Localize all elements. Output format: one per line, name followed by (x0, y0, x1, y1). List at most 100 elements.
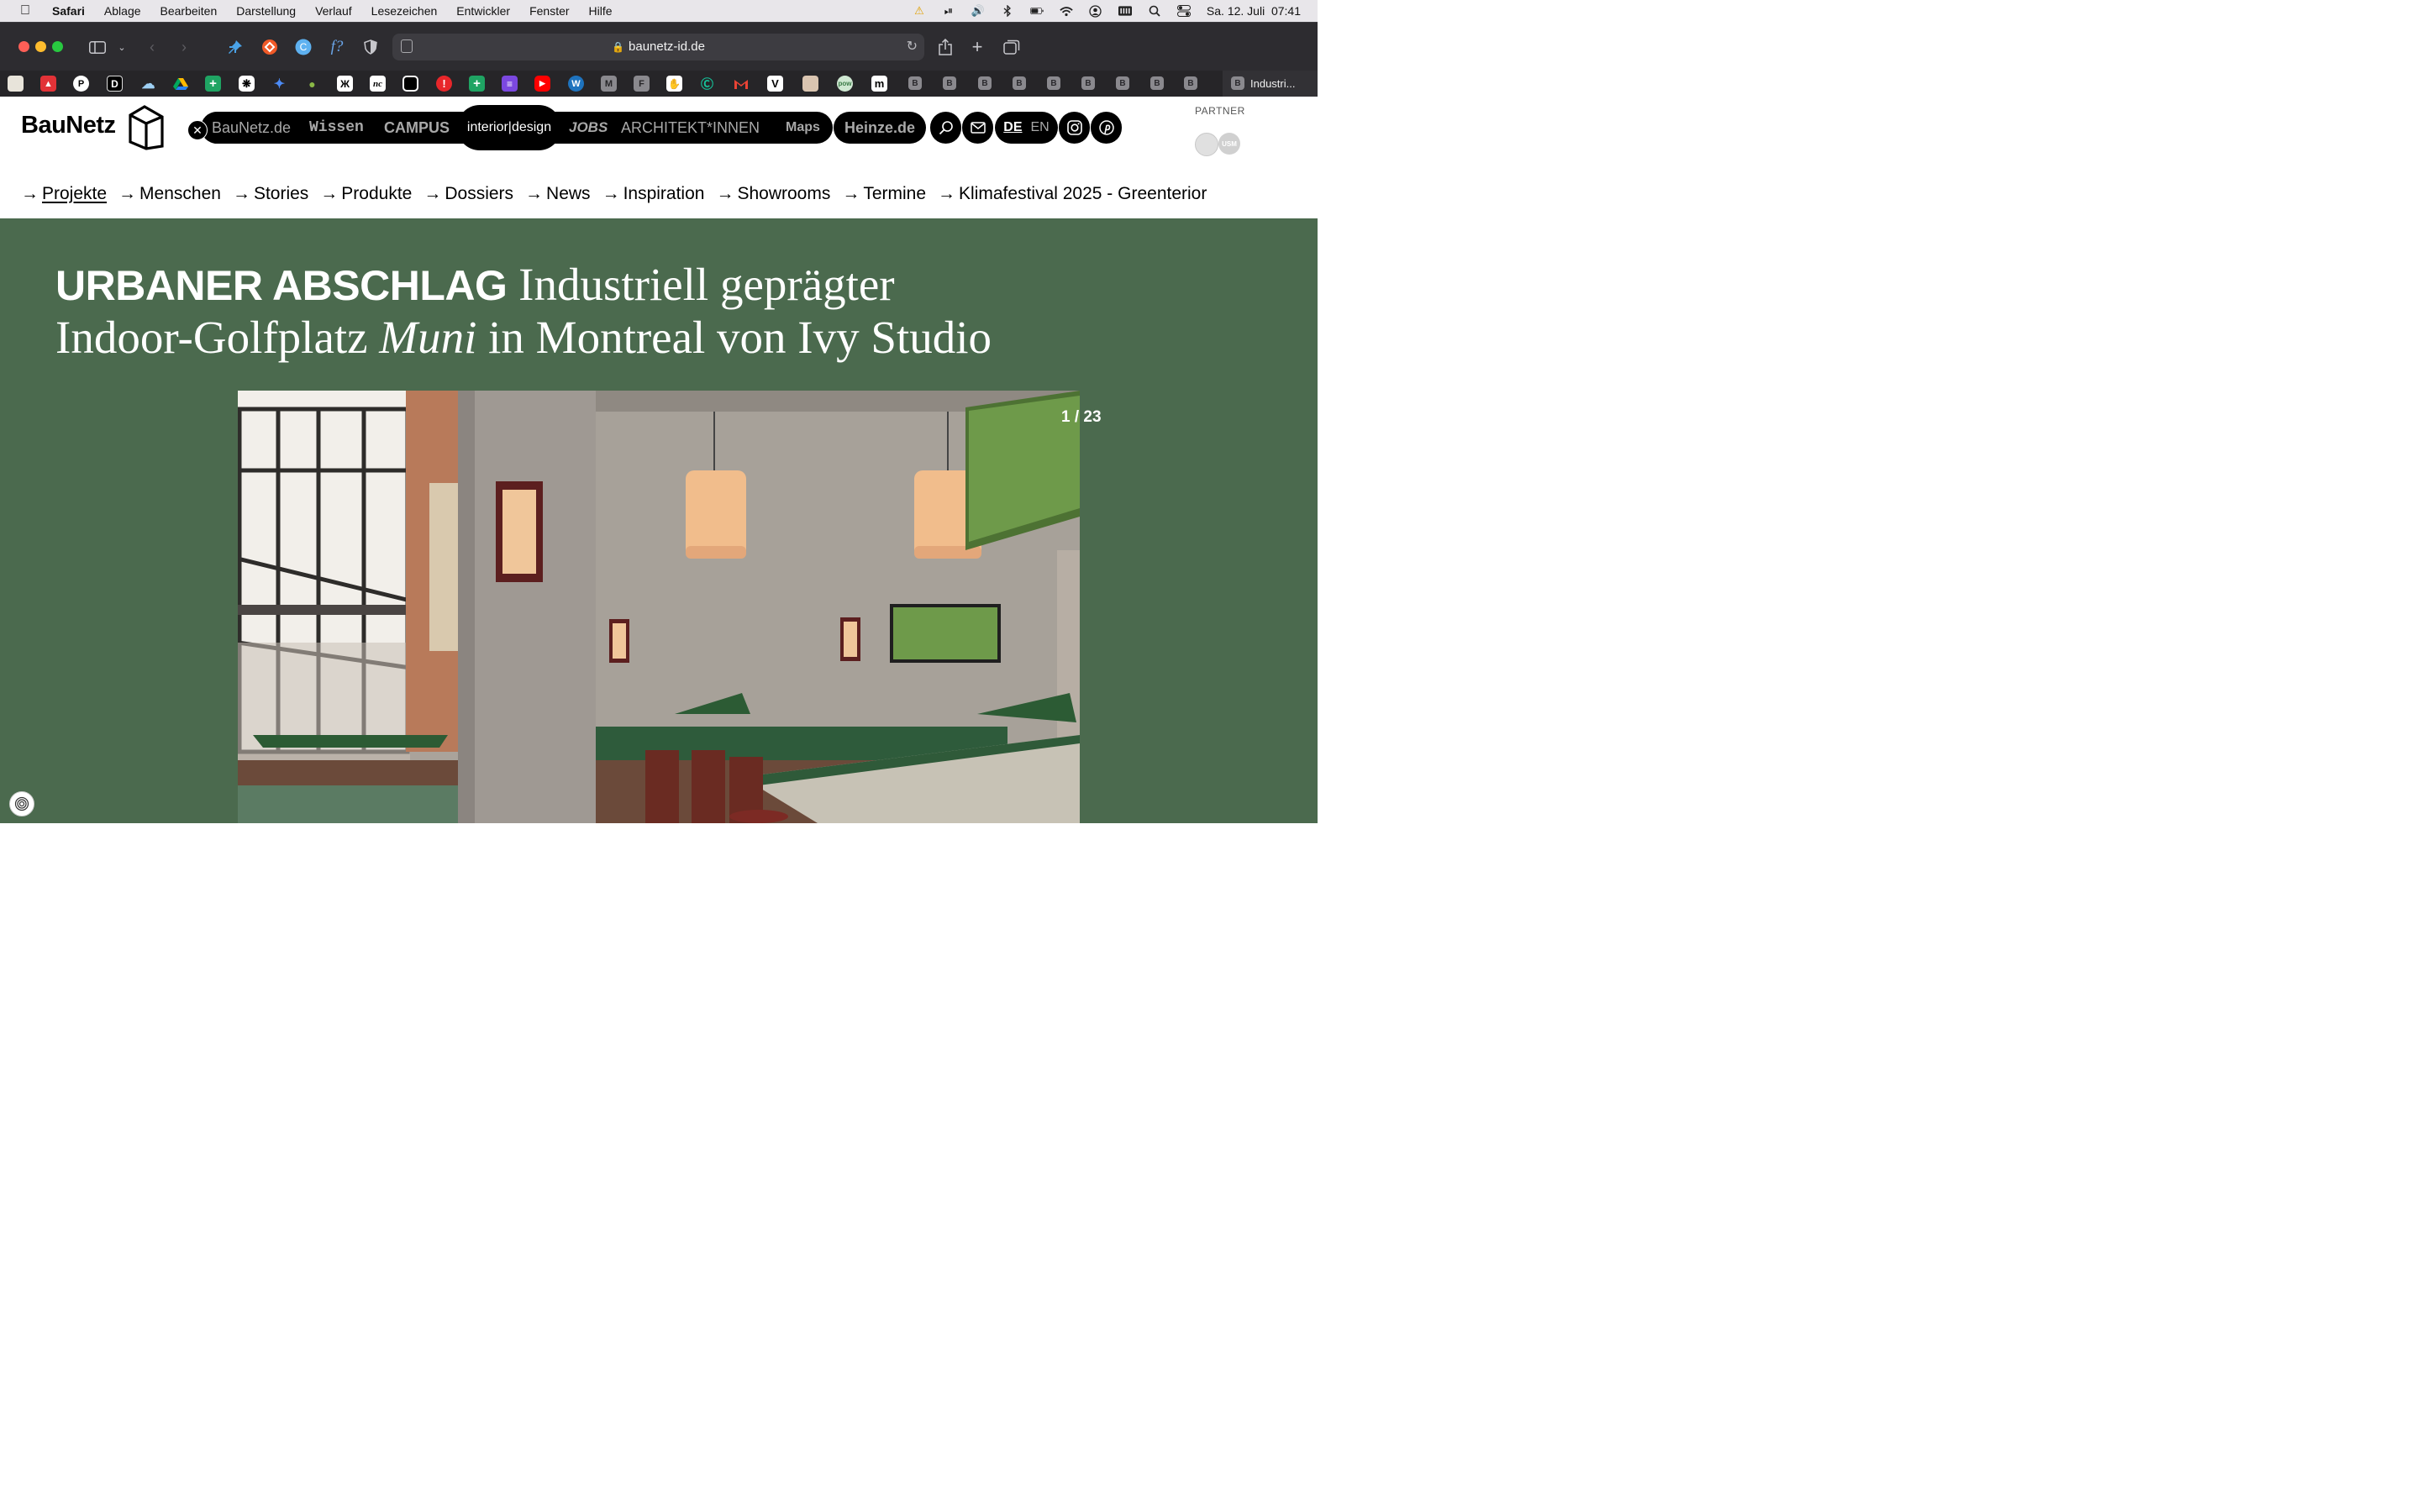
sidebar-toggle-icon[interactable] (87, 37, 108, 57)
nc-bookmark-icon[interactable]: nc (370, 76, 386, 92)
portal-link-architekten[interactable]: ARCHITEKT*INNEN (621, 119, 760, 137)
yoda-bookmark-icon[interactable]: ● (304, 76, 320, 92)
lang-de[interactable]: DE (1003, 120, 1022, 135)
sheets-plus-bookmark-icon[interactable]: + (205, 76, 221, 92)
pin-extension-icon[interactable] (225, 37, 245, 57)
tab-favicon-b[interactable]: B (1116, 76, 1129, 90)
medium-bookmark-icon[interactable]: m (871, 76, 887, 92)
control-center-icon[interactable] (1176, 5, 1191, 17)
tab-favicon-b[interactable]: B (1150, 76, 1164, 90)
tab-favicon-b[interactable]: B (1047, 76, 1060, 90)
subnav-link[interactable]: → Termine (842, 184, 926, 204)
wifi-icon[interactable] (1060, 5, 1073, 17)
instagram-button[interactable] (1059, 112, 1090, 144)
pow-bookmark-icon[interactable]: pow (837, 76, 853, 92)
menu-hilfe[interactable]: Hilfe (589, 4, 613, 18)
baunetz-logo[interactable]: BauNetz (21, 112, 116, 139)
angular-bookmark-icon[interactable]: ▲ (40, 76, 56, 92)
portal-link-campus[interactable]: CAMPUS (384, 119, 450, 137)
vimeo-bookmark-icon[interactable]: V (767, 76, 783, 92)
subnav-link[interactable]: → Klimafestival 2025 - Greenterior (938, 184, 1207, 204)
subnav-link[interactable]: → Showrooms (716, 184, 830, 204)
close-portal-icon[interactable]: ✕ (187, 120, 208, 140)
brave-extension-icon[interactable] (260, 37, 280, 57)
subnav-link[interactable]: → Inspiration (602, 184, 705, 204)
back-chevron-icon[interactable]: ‹ (142, 37, 162, 57)
wordpress-bookmark-icon[interactable]: W (568, 76, 584, 92)
baunetz-cube-logo-icon[interactable] (128, 105, 165, 155)
portal-link-heinze[interactable]: Heinze.de (834, 112, 926, 144)
d-bookmark-icon[interactable]: D (107, 76, 123, 92)
search-button[interactable] (930, 112, 961, 144)
minimize-window-button[interactable] (35, 41, 46, 52)
menu-lesezeichen[interactable]: Lesezeichen (371, 4, 438, 18)
pinterest-bookmark-icon[interactable]: P (73, 76, 89, 92)
openai-bookmark-icon[interactable]: ❋ (239, 76, 255, 92)
address-bar-url[interactable]: 🔒 baunetz-id.de (392, 39, 924, 54)
subnav-link[interactable]: → Dossiers (424, 184, 513, 204)
close-window-button[interactable] (18, 41, 29, 52)
tab-favicon-b[interactable]: B (908, 76, 922, 90)
list-bookmark-icon[interactable]: ≡ (502, 76, 518, 92)
tab-favicon-b[interactable]: B (978, 76, 992, 90)
notes-bookmark-icon[interactable] (8, 76, 24, 92)
m-bookmark-icon[interactable]: M (601, 76, 617, 92)
figure-bookmark-icon[interactable]: Ж (337, 76, 353, 92)
grammarly-bookmark-icon[interactable]: Ⓒ (699, 76, 715, 92)
pinterest-button[interactable] (1091, 112, 1122, 144)
c-extension-icon[interactable]: C (293, 37, 313, 57)
sparkle-bookmark-icon[interactable]: ✦ (271, 76, 287, 92)
menu-verlauf[interactable]: Verlauf (315, 4, 352, 18)
portal-link-jobs[interactable]: JOBS (569, 119, 608, 136)
lang-en[interactable]: EN (1031, 120, 1050, 135)
menu-darstellung[interactable]: Darstellung (236, 4, 296, 18)
portal-link-wissen[interactable]: Wissen (309, 119, 364, 136)
portal-link-maps[interactable]: Maps (786, 120, 820, 135)
user-icon[interactable] (1089, 4, 1102, 18)
subnav-link[interactable]: → Menschen (118, 184, 221, 204)
memory-icon[interactable] (1118, 5, 1132, 17)
usm-partner-logo[interactable]: USM (1218, 133, 1240, 155)
subnav-link[interactable]: → Produkte (320, 184, 412, 204)
volume-icon[interactable]: 🔊 (971, 4, 985, 17)
menu-ablage[interactable]: Ablage (104, 4, 141, 18)
sheets-bookmark-icon[interactable]: + (469, 76, 485, 92)
privacy-shield-icon[interactable] (360, 37, 381, 57)
whatfont-extension-icon[interactable]: f? (327, 37, 347, 57)
address-bar[interactable]: 🔒 baunetz-id.de ↻ (392, 34, 924, 60)
apple-menu-icon[interactable]:  (20, 3, 34, 18)
subnav-link[interactable]: → News (525, 184, 591, 204)
tab-overview-icon[interactable] (1002, 37, 1022, 57)
tab-favicon-b[interactable]: B (1081, 76, 1095, 90)
tab-favicon-b[interactable]: B (943, 76, 956, 90)
menu-bearbeiten[interactable]: Bearbeiten (160, 4, 218, 18)
spotlight-search-icon[interactable] (1148, 5, 1161, 17)
new-tab-plus-icon[interactable]: + (967, 36, 987, 57)
hand-bookmark-icon[interactable]: ✋ (666, 76, 682, 92)
google-drive-bookmark-icon[interactable] (172, 76, 188, 92)
sidebar-chevron-down-icon[interactable]: ⌄ (112, 37, 132, 57)
cloud-bookmark-icon[interactable]: ☁ (140, 76, 156, 92)
menu-app-safari[interactable]: Safari (52, 4, 85, 18)
menu-entwickler[interactable]: Entwickler (456, 4, 510, 18)
newsletter-button[interactable] (962, 112, 993, 144)
portal-link-interior-design[interactable]: interior|design (457, 105, 561, 150)
forward-chevron-icon[interactable]: › (174, 37, 194, 57)
active-tab[interactable]: B Industri... (1223, 71, 1318, 97)
zoom-window-button[interactable] (52, 41, 63, 52)
tab-favicon-b[interactable]: B (1184, 76, 1197, 90)
share-icon[interactable] (935, 37, 955, 57)
portrait-bookmark-icon[interactable] (802, 76, 818, 92)
battery-icon[interactable] (1029, 5, 1044, 17)
gmail-bookmark-icon[interactable] (733, 76, 749, 92)
reload-icon[interactable]: ↻ (907, 38, 918, 55)
subnav-link[interactable]: → Stories (233, 184, 308, 204)
menubar-clock[interactable]: Sa. 12. Juli 07:41 (1207, 4, 1301, 18)
portal-link-baunetz[interactable]: BauNetz.de (212, 119, 291, 137)
youtube-bookmark-icon[interactable]: ▶ (534, 76, 550, 92)
warning-icon[interactable]: ⚠ (913, 4, 926, 17)
square-bookmark-icon[interactable] (402, 76, 418, 92)
subnav-link[interactable]: → Projekte (21, 184, 107, 204)
f-bookmark-icon[interactable]: F (634, 76, 650, 92)
menu-fenster[interactable]: Fenster (529, 4, 569, 18)
